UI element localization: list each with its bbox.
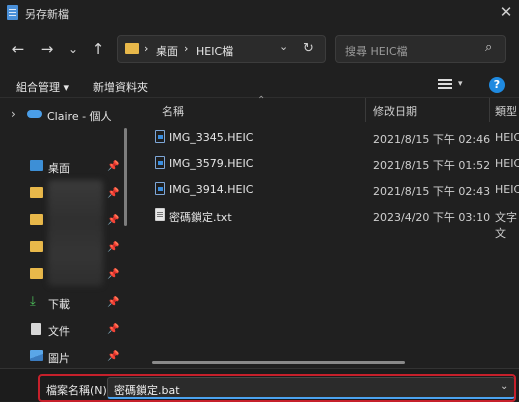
- folder-icon: [30, 241, 43, 252]
- folder-icon: [30, 268, 43, 279]
- table-row[interactable]: IMG_3345.HEIC 2021/8/15 下午 02:46 HEIC: [152, 127, 519, 147]
- expand-icon[interactable]: ›: [11, 107, 16, 121]
- document-icon: [31, 323, 41, 335]
- title-bar: [0, 0, 519, 28]
- sort-ascending-icon: ⌃: [257, 95, 266, 106]
- search-box[interactable]: 搜尋 HEIC檔 ⌕: [335, 35, 506, 63]
- sidebar-item-label: 文件: [48, 325, 70, 338]
- sidebar-item-label: 下載: [48, 298, 70, 311]
- help-icon[interactable]: ?: [489, 77, 505, 93]
- sidebar-scrollbar[interactable]: [124, 128, 127, 226]
- heic-file-icon: [155, 182, 165, 195]
- file-type: HEIC: [495, 131, 519, 144]
- breadcrumb-desktop[interactable]: 桌面: [156, 43, 178, 59]
- pin-icon[interactable]: 📌: [107, 351, 119, 362]
- pin-icon[interactable]: 📌: [107, 215, 119, 226]
- folder-icon: [125, 43, 139, 54]
- file-type: HEIC: [495, 157, 519, 170]
- file-date: 2021/8/15 下午 02:43: [373, 185, 491, 198]
- sidebar-item-pictures[interactable]: 圖片 📌: [0, 344, 126, 370]
- chevron-down-icon[interactable]: ⌄: [279, 40, 288, 53]
- pin-icon[interactable]: 📌: [107, 188, 119, 199]
- download-icon: ⤓: [30, 294, 36, 309]
- file-date: 2023/4/20 下午 03:10: [373, 211, 491, 224]
- sidebar-item-downloads[interactable]: ⤓ 下載 📌: [0, 290, 126, 316]
- file-date: 2021/8/15 下午 01:52: [373, 159, 491, 172]
- cloud-icon: [27, 110, 42, 118]
- desktop-icon: [30, 160, 43, 171]
- column-divider[interactable]: [365, 98, 366, 122]
- window-title: 另存新檔: [25, 8, 69, 21]
- back-button[interactable]: ←: [9, 40, 27, 58]
- close-icon[interactable]: ✕: [497, 3, 515, 21]
- file-name: IMG_3345.HEIC: [169, 131, 254, 144]
- sidebar-item-label: 桌面: [48, 162, 70, 175]
- pin-icon[interactable]: 📌: [107, 269, 119, 280]
- save-dialog-icon: [7, 5, 18, 20]
- breadcrumb-separator: ›: [144, 42, 149, 55]
- breadcrumb-heic[interactable]: HEIC檔: [196, 43, 233, 59]
- column-header-type[interactable]: 類型: [495, 103, 517, 119]
- column-divider[interactable]: [489, 98, 490, 122]
- sidebar-item-documents[interactable]: 文件 📌: [0, 317, 126, 343]
- pictures-icon: [30, 350, 43, 361]
- table-row[interactable]: IMG_3579.HEIC 2021/8/15 下午 01:52 HEIC: [152, 153, 519, 173]
- view-dropdown-icon[interactable]: ▾: [458, 79, 463, 89]
- new-folder-button[interactable]: 新增資料夾: [93, 79, 148, 95]
- address-bar[interactable]: › 桌面 › HEIC檔 ⌄ ↻: [117, 35, 326, 63]
- horizontal-scrollbar[interactable]: [152, 361, 405, 364]
- file-date: 2021/8/15 下午 02:46: [373, 133, 491, 146]
- forward-button[interactable]: →: [38, 40, 56, 58]
- up-button[interactable]: ↑: [89, 40, 107, 58]
- file-name: IMG_3914.HEIC: [169, 183, 254, 196]
- pin-icon[interactable]: 📌: [107, 297, 119, 308]
- column-header-modified[interactable]: 修改日期: [373, 103, 417, 119]
- file-type: HEIC: [495, 183, 519, 196]
- sidebar-item-label: Claire - 個人: [47, 110, 112, 123]
- redacted-folder-names: [48, 180, 103, 286]
- table-row[interactable]: IMG_3914.HEIC 2021/8/15 下午 02:43 HEIC: [152, 179, 519, 199]
- folder-icon: [30, 214, 43, 225]
- file-type: 文字文: [495, 211, 517, 240]
- pin-icon[interactable]: 📌: [107, 161, 119, 172]
- recent-locations-button[interactable]: ⌄: [64, 40, 82, 58]
- breadcrumb-separator: ›: [184, 42, 189, 55]
- file-name: 密碼鎖定.txt: [169, 211, 232, 224]
- column-header-name[interactable]: 名稱: [162, 103, 184, 119]
- search-icon: ⌕: [485, 40, 493, 55]
- text-file-icon: [155, 208, 165, 221]
- highlight-box: [38, 374, 516, 402]
- file-name: IMG_3579.HEIC: [169, 157, 254, 170]
- view-options-icon[interactable]: [438, 79, 452, 91]
- search-input[interactable]: 搜尋 HEIC檔: [345, 43, 408, 59]
- heic-file-icon: [155, 130, 165, 143]
- refresh-icon[interactable]: ↻: [303, 41, 314, 56]
- organize-menu[interactable]: 組合管理 ▾: [16, 79, 69, 95]
- sidebar-item-onedrive[interactable]: › Claire - 個人: [0, 102, 126, 128]
- heic-file-icon: [155, 156, 165, 169]
- pin-icon[interactable]: 📌: [107, 324, 119, 335]
- sidebar-item-label: 圖片: [48, 352, 70, 365]
- pin-icon[interactable]: 📌: [107, 242, 119, 253]
- folder-icon: [30, 187, 43, 198]
- sidebar-item-desktop[interactable]: 桌面 📌: [0, 154, 126, 180]
- table-row[interactable]: 密碼鎖定.txt 2023/4/20 下午 03:10 文字文: [152, 205, 519, 240]
